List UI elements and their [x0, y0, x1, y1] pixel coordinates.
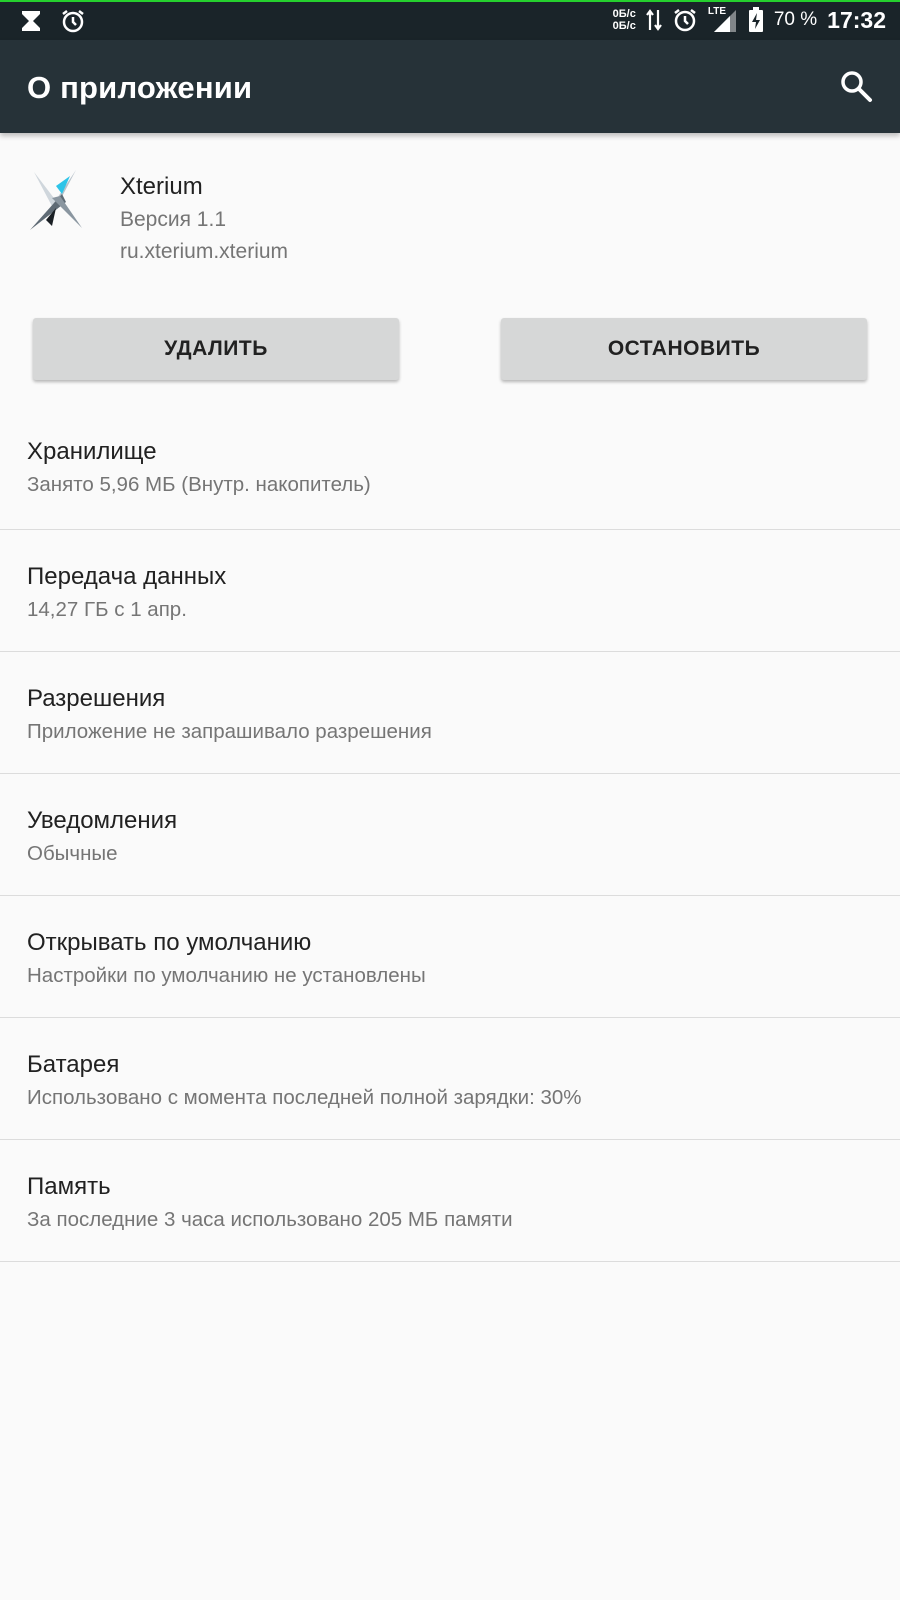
item-subtitle: 14,27 ГБ с 1 апр. — [27, 598, 187, 621]
app-name: Xterium — [120, 173, 203, 200]
permissions-item[interactable]: Разрешения Приложение не запрашивало раз… — [0, 652, 900, 774]
data-usage-item[interactable]: Передача данных 14,27 ГБ с 1 апр. — [0, 530, 900, 652]
alarm-icon — [674, 9, 696, 32]
force-stop-button[interactable]: ОСТАНОВИТЬ — [501, 318, 867, 380]
battery-charging-icon — [748, 7, 763, 32]
app-package-name: ru.xterium.xterium — [120, 240, 289, 263]
hourglass-icon — [22, 11, 40, 31]
item-subtitle: За последние 3 часа использовано 205 МБ … — [27, 1208, 513, 1231]
page-title: О приложении — [27, 70, 253, 105]
item-subtitle: Настройки по умолчанию не установлены — [27, 964, 426, 987]
net-up-text: 0Б/с — [612, 8, 636, 20]
signal-icon — [713, 10, 736, 32]
item-subtitle: Приложение не запрашивало разрешения — [27, 720, 432, 743]
battery-percent: 70 % — [773, 9, 818, 30]
item-title: Хранилище — [27, 438, 157, 465]
item-title: Разрешения — [27, 685, 166, 712]
item-title: Открывать по умолчанию — [27, 929, 312, 956]
open-by-default-item[interactable]: Открывать по умолчанию Настройки по умол… — [0, 896, 900, 1018]
item-subtitle: Обычные — [27, 842, 118, 865]
search-button[interactable] — [838, 68, 874, 104]
settings-list: Хранилище Занято 5,96 МБ (Внутр. накопит… — [0, 405, 900, 1262]
network-speed: 0Б/с 0Б/с — [613, 8, 636, 32]
net-down-text: 0Б/с — [612, 20, 636, 32]
signal-indicator: LTE — [708, 6, 738, 34]
app-logo-icon — [30, 170, 82, 230]
status-bar: 0Б/с 0Б/с LTE 70 % 17:32 — [0, 0, 900, 40]
storage-item[interactable]: Хранилище Занято 5,96 МБ (Внутр. накопит… — [0, 405, 900, 530]
item-title: Память — [27, 1173, 111, 1200]
item-subtitle: Занято 5,96 МБ (Внутр. накопитель) — [27, 473, 371, 496]
item-subtitle: Использовано с момента последней полной … — [27, 1086, 582, 1109]
app-bar: О приложении — [0, 40, 900, 133]
item-title: Уведомления — [27, 807, 178, 834]
uninstall-button[interactable]: УДАЛИТЬ — [33, 318, 399, 380]
item-title: Батарея — [27, 1051, 120, 1078]
battery-item[interactable]: Батарея Использовано с момента последней… — [0, 1018, 900, 1140]
item-title: Передача данных — [27, 563, 227, 590]
data-arrows-icon — [645, 9, 662, 31]
notifications-item[interactable]: Уведомления Обычные — [0, 774, 900, 896]
memory-item[interactable]: Память За последние 3 часа использовано … — [0, 1140, 900, 1262]
search-icon — [841, 71, 872, 102]
clock: 17:32 — [827, 6, 886, 33]
alarm-icon — [62, 10, 84, 33]
app-version: Версия 1.1 — [120, 208, 226, 231]
